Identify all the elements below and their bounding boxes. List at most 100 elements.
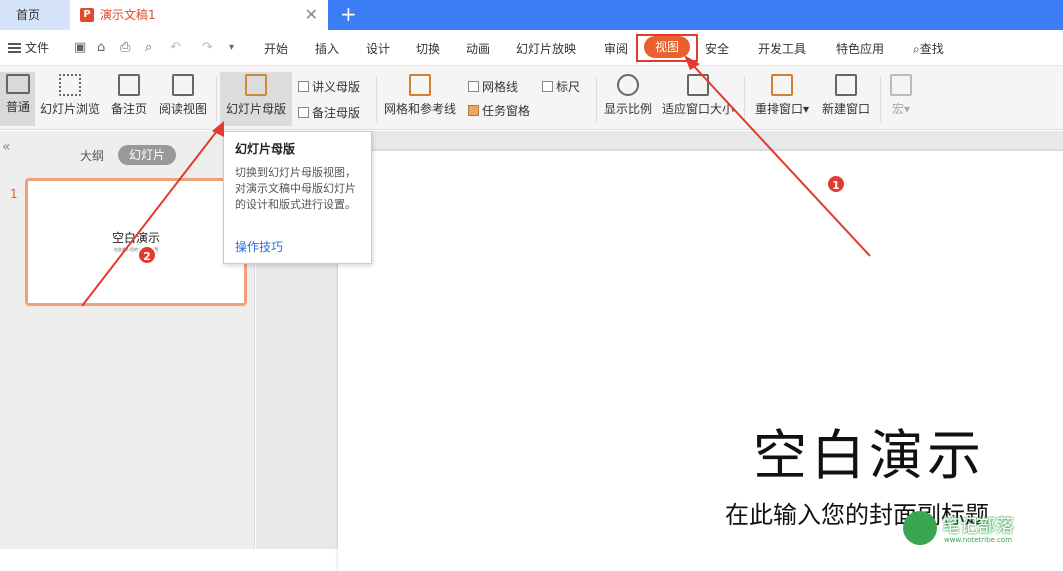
- file-menu[interactable]: 文件: [8, 39, 49, 56]
- slide-master-icon: [245, 74, 267, 96]
- tooltip-tips-link[interactable]: 操作技巧: [235, 238, 283, 255]
- notes-page-label: 备注页: [110, 102, 147, 116]
- gridlines-check-icon: [468, 81, 479, 92]
- macro-button[interactable]: 宏▾: [884, 74, 918, 117]
- handout-master-button[interactable]: 讲义母版: [298, 78, 360, 95]
- search-menu[interactable]: ⌕查找: [913, 40, 944, 57]
- arrange-window-button[interactable]: 重排窗口▾: [750, 74, 814, 117]
- zoom-button[interactable]: 显示比例: [600, 74, 656, 117]
- tab-home[interactable]: 首页: [0, 0, 70, 30]
- search-label: 查找: [919, 42, 944, 56]
- annotation-badge-2: 2: [137, 245, 157, 265]
- reading-view-icon: [172, 74, 194, 96]
- ribbon-divider: [596, 76, 597, 122]
- close-icon[interactable]: ✕: [305, 0, 318, 30]
- new-window-icon: [835, 74, 857, 96]
- menu-slideshow[interactable]: 幻灯片放映: [516, 40, 576, 57]
- search-icon: ⌕: [913, 42, 920, 56]
- menu-insert[interactable]: 插入: [315, 40, 339, 57]
- watermark-url: www.notetribe.com: [944, 536, 1013, 544]
- watermark-text: 笔记部落: [942, 516, 1014, 537]
- menu-security[interactable]: 安全: [705, 40, 729, 57]
- fit-window-icon: [687, 74, 709, 96]
- gridlines-checkbox[interactable]: 网格线: [468, 78, 518, 95]
- ruler-check-icon: [542, 81, 553, 92]
- grid-guides-button[interactable]: 网格和参考线: [380, 74, 460, 117]
- slide-master-label: 幻灯片母版: [225, 102, 286, 116]
- file-menu-label: 文件: [25, 41, 50, 55]
- zoom-icon: [617, 74, 639, 96]
- notes-page-button[interactable]: 备注页: [108, 74, 150, 117]
- tab-document-label: 演示文稿1: [100, 8, 156, 22]
- slide-title[interactable]: 空白演示: [753, 411, 985, 490]
- thumbnail-subtitle: 在此输入您的封面副标题: [114, 247, 158, 252]
- tab-document[interactable]: P 演示文稿1 ✕: [70, 0, 328, 30]
- notes-master-icon: [298, 107, 309, 118]
- ribbon-divider: [216, 76, 217, 122]
- grid-icon: [409, 74, 431, 96]
- slides-pane: « 大纲 幻灯片 1 空白演示 在此输入您的封面副标题: [0, 131, 255, 549]
- slide-master-tooltip: 幻灯片母版 切换到幻灯片母版视图，对演示文稿中母版幻灯片的设计和版式进行设置。 …: [223, 131, 372, 264]
- menu-special[interactable]: 特色应用: [836, 40, 884, 57]
- menu-bar: 文件 ▣ ⌂ ⎙ ⌕ ↶ ↷ ▾ 开始 插入 设计 切换 动画 幻灯片放映 审阅…: [0, 30, 1063, 66]
- slide-canvas-area: 空白演示 在此输入您的封面副标题: [256, 131, 1063, 571]
- task-pane-label: 任务窗格: [482, 104, 531, 118]
- chevron-down-icon: ▾: [802, 102, 810, 116]
- print-icon[interactable]: ⎙: [120, 40, 130, 55]
- menu-icon: [8, 43, 21, 53]
- menu-animation[interactable]: 动画: [466, 40, 490, 57]
- reading-view-label: 阅读视图: [158, 102, 207, 116]
- ruler-checkbox[interactable]: 标尺: [542, 78, 580, 95]
- fit-window-button[interactable]: 适应窗口大小: [660, 74, 736, 117]
- normal-view-icon: [6, 74, 30, 94]
- chevron-down-icon: ▾: [903, 102, 911, 116]
- title-tab-bar: 首页 P 演示文稿1 ✕ +: [0, 0, 1063, 30]
- ruler-label: 标尺: [556, 80, 581, 94]
- slide-browse-icon: [59, 74, 81, 96]
- notes-master-label: 备注母版: [312, 106, 361, 120]
- grid-guides-label: 网格和参考线: [383, 102, 456, 116]
- notes-master-button[interactable]: 备注母版: [298, 104, 360, 121]
- arrange-window-label: 重排窗口: [754, 102, 803, 116]
- menu-developer[interactable]: 开发工具: [758, 40, 806, 57]
- task-pane-checkbox[interactable]: 任务窗格: [468, 102, 530, 119]
- redo-icon[interactable]: ↷: [202, 40, 213, 55]
- menu-review[interactable]: 审阅: [604, 40, 628, 57]
- slide-thumbnail[interactable]: 空白演示 在此输入您的封面副标题: [25, 178, 247, 306]
- normal-view-label: 普通: [5, 100, 30, 114]
- slide-browse-button[interactable]: 幻灯片浏览: [38, 74, 102, 117]
- slide-canvas[interactable]: 空白演示 在此输入您的封面副标题: [338, 151, 1063, 571]
- tooltip-title: 幻灯片母版: [235, 142, 296, 156]
- new-window-button[interactable]: 新建窗口: [818, 74, 874, 117]
- normal-view-button[interactable]: 普通: [3, 74, 33, 115]
- format-painter-icon[interactable]: ⌂: [97, 40, 105, 55]
- reading-view-button[interactable]: 阅读视图: [156, 74, 210, 117]
- handout-master-label: 讲义母版: [312, 80, 361, 94]
- tooltip-description: 切换到幻灯片母版视图，对演示文稿中母版幻灯片的设计和版式进行设置。: [235, 166, 356, 211]
- macro-icon: [890, 74, 912, 96]
- undo-icon[interactable]: ↶: [170, 40, 181, 55]
- handout-master-icon: [298, 81, 309, 92]
- view-highlight-box: [636, 34, 698, 62]
- print-preview-icon[interactable]: ⌕: [145, 40, 152, 55]
- tab-slides[interactable]: 幻灯片: [118, 145, 176, 165]
- arrange-window-icon: [771, 74, 793, 96]
- new-tab-button[interactable]: +: [340, 0, 357, 28]
- annotation-badge-1: 1: [826, 174, 846, 194]
- customize-dropdown-icon[interactable]: ▾: [229, 42, 234, 53]
- menu-transition[interactable]: 切换: [416, 40, 440, 57]
- new-window-label: 新建窗口: [821, 102, 870, 116]
- slide-browse-label: 幻灯片浏览: [39, 102, 100, 116]
- menu-design[interactable]: 设计: [366, 40, 390, 57]
- task-pane-check-icon: [468, 105, 479, 116]
- macro-label: 宏: [891, 102, 904, 116]
- notes-page-icon: [118, 74, 140, 96]
- ribbon-view: 普通 幻灯片浏览 备注页 阅读视图 幻灯片母版 讲义母版 备注母版 网格和参考线…: [0, 66, 1063, 130]
- thumbnail-title: 空白演示: [111, 231, 160, 245]
- zoom-label: 显示比例: [603, 102, 652, 116]
- slide-master-button[interactable]: 幻灯片母版: [222, 74, 290, 117]
- collapse-pane-icon[interactable]: «: [2, 139, 11, 155]
- save-icon[interactable]: ▣: [74, 40, 86, 55]
- tab-outline[interactable]: 大纲: [80, 147, 104, 164]
- menu-start[interactable]: 开始: [264, 40, 288, 57]
